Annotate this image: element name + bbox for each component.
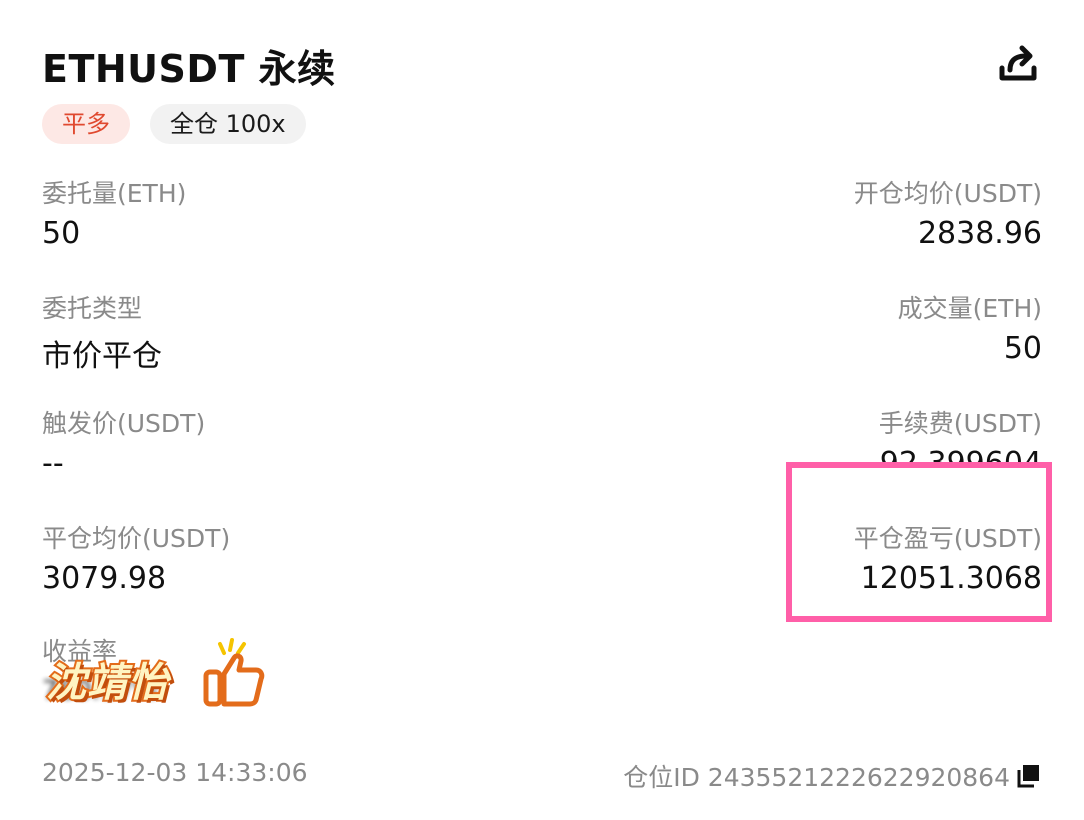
order-qty-value: 50 [42, 216, 81, 251]
close-pnl-value: 12051.3068 [860, 561, 1042, 596]
fee-label: 手续费(USDT) [878, 409, 1042, 438]
order-type-label: 委托类型 [42, 294, 143, 323]
filled-qty-label: 成交量(ETH) [897, 294, 1042, 323]
open-avg-price-label: 开仓均价(USDT) [853, 179, 1042, 208]
position-id: 仓位ID 2435521222622920864 [623, 763, 1010, 792]
trigger-price-value: -- [42, 446, 64, 481]
margin-mode-tag: 全仓 100x [150, 104, 306, 144]
thumbs-up-icon [203, 638, 265, 707]
highlight-mask [792, 468, 1046, 480]
open-avg-price-value: 2838.96 [917, 216, 1042, 251]
close-avg-price-value: 3079.98 [42, 561, 167, 596]
page-title: ETHUSDT 永续 [42, 47, 336, 91]
copy-icon [1017, 765, 1039, 788]
close-avg-price-label: 平仓均价(USDT) [42, 524, 231, 553]
share-icon [999, 45, 1037, 81]
trigger-price-label: 触发价(USDT) [42, 409, 206, 438]
name-sticker: 沈靖怡 [40, 636, 270, 716]
filled-qty-value: 50 [1003, 331, 1042, 366]
share-button[interactable] [996, 42, 1040, 86]
order-qty-label: 委托量(ETH) [42, 179, 187, 208]
order-type-value: 市价平仓 [42, 339, 162, 374]
side-tag: 平多 [42, 104, 130, 144]
copy-button[interactable] [1014, 762, 1042, 790]
timestamp: 2025-12-03 14:33:06 [42, 758, 308, 787]
close-pnl-label: 平仓盈亏(USDT) [853, 524, 1042, 553]
sticker-text: 沈靖怡 [44, 658, 170, 708]
